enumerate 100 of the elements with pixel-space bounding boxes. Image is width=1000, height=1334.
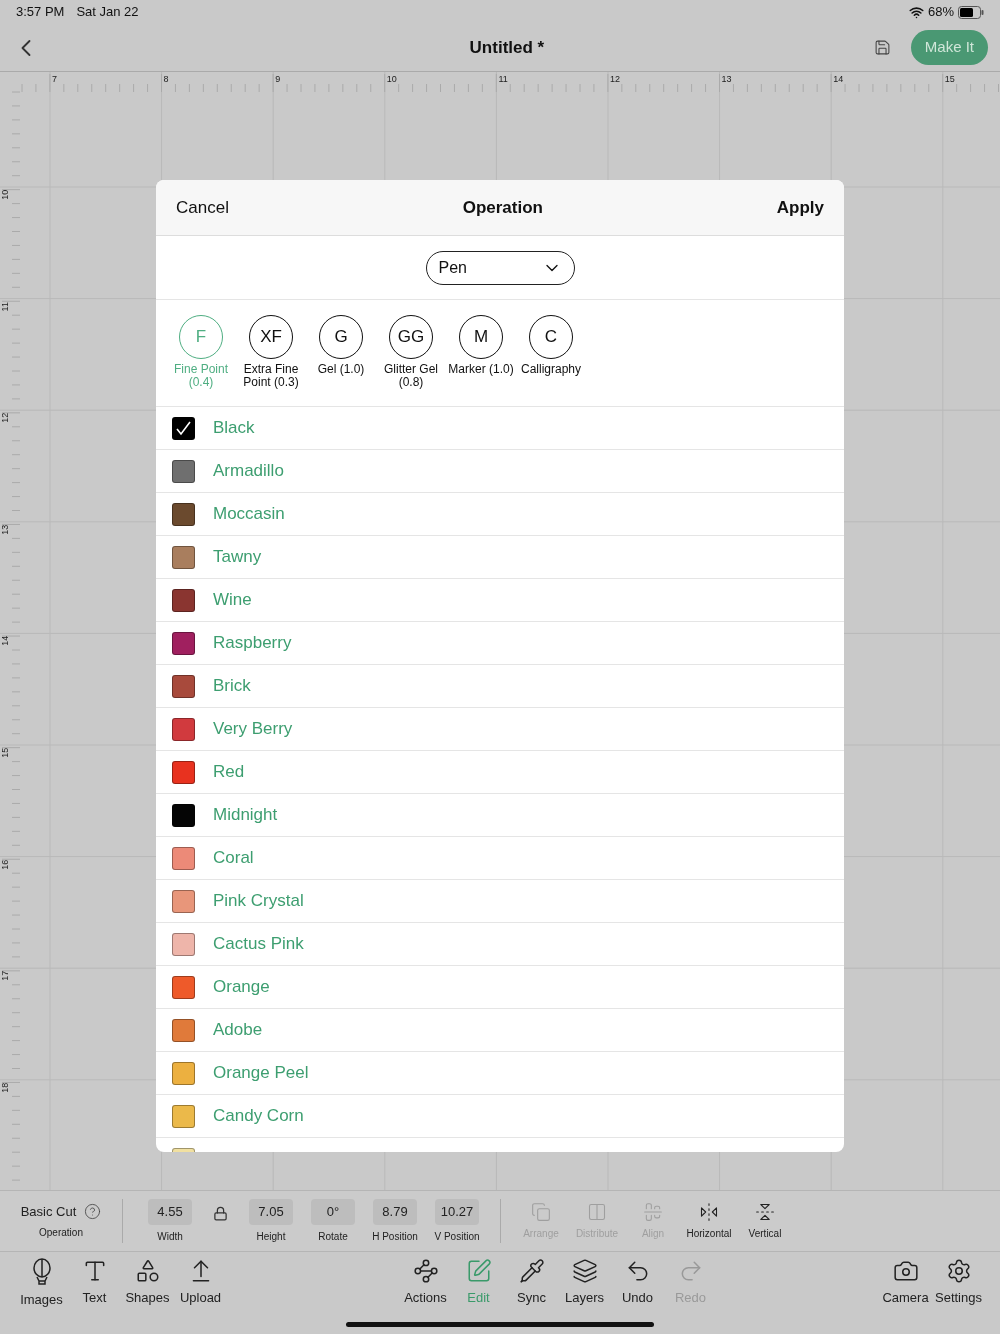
ruler-label: 13 <box>0 524 12 535</box>
ruler-label: 7 <box>52 73 57 86</box>
toolbar-button[interactable]: Undo <box>611 1258 664 1308</box>
toolbar-button[interactable]: Text <box>68 1258 121 1310</box>
color-name: Brick <box>213 675 251 698</box>
tool-icon <box>755 1201 775 1222</box>
tool-icon <box>643 1201 663 1222</box>
pen-option[interactable]: G Gel (1.0) <box>308 315 374 376</box>
color-name: Armadillo <box>213 460 284 483</box>
field-label: Rotate <box>318 1229 348 1244</box>
value-field[interactable]: 8.79 <box>373 1198 417 1225</box>
color-name: Adobe <box>213 1019 263 1042</box>
ruler-label: 8 <box>163 73 169 86</box>
cancel-button[interactable]: Cancel <box>176 194 229 221</box>
color-swatch[interactable] <box>172 846 195 870</box>
document-title: Untitled * <box>469 36 545 59</box>
help-icon[interactable] <box>84 1203 102 1220</box>
tool-icon <box>465 1258 492 1284</box>
ruler-label: 14 <box>833 73 844 86</box>
toolbar-button[interactable]: Actions <box>399 1258 452 1308</box>
color-name: Tawny <box>213 546 262 569</box>
color-name: Red <box>213 761 245 784</box>
color-name: Wine <box>213 589 252 612</box>
checked-swatch[interactable] <box>172 416 195 440</box>
tool-icon <box>571 1258 598 1284</box>
tool-icon <box>134 1258 161 1284</box>
color-swatch[interactable] <box>172 631 195 655</box>
color-name: Very Berry <box>213 718 293 741</box>
ruler-label: 10 <box>0 189 12 200</box>
pen-option[interactable]: GG Glitter Gel (0.8) <box>378 315 444 389</box>
value-field[interactable]: 10.27 <box>435 1198 479 1225</box>
pen-option[interactable]: C Calligraphy <box>518 315 584 376</box>
color-swatch[interactable] <box>172 1061 195 1085</box>
toolbar-button[interactable]: Settings <box>932 1258 985 1308</box>
ruler-label: 11 <box>498 73 508 86</box>
color-swatch[interactable] <box>172 545 195 569</box>
value-field[interactable]: 7.05 <box>249 1198 293 1225</box>
color-name: Moccasin <box>213 503 285 526</box>
ruler-label: 12 <box>0 412 12 423</box>
color-name: Orange <box>213 976 270 999</box>
tool-icon <box>531 1201 551 1222</box>
ruler-label: 15 <box>944 73 955 86</box>
apply-button[interactable]: Apply <box>776 194 824 221</box>
battery-percent: 68% <box>927 3 954 22</box>
color-swatch[interactable] <box>172 803 195 827</box>
tool-icon <box>945 1258 972 1284</box>
pen-option[interactable]: XF Extra Fine Point (0.3) <box>238 315 304 389</box>
field-label: Height <box>256 1229 286 1244</box>
toolbar-button[interactable]: Upload <box>174 1258 227 1310</box>
arrange-tool[interactable]: Vertical <box>737 1201 793 1241</box>
color-name: Cactus Pink <box>213 933 304 956</box>
toolbar-button[interactable]: Layers <box>558 1258 611 1308</box>
color-name: Pink Crystal <box>213 890 304 913</box>
toolbar-button[interactable]: Sync <box>505 1258 558 1308</box>
tool-icon <box>412 1258 439 1284</box>
ruler-label: 16 <box>0 859 12 870</box>
color-swatch[interactable] <box>172 588 195 612</box>
color-swatch[interactable] <box>172 502 195 526</box>
ruler-label: 18 <box>0 1082 12 1093</box>
dialog-title: Operation <box>462 196 543 219</box>
toolbar-button[interactable]: Camera <box>879 1258 932 1308</box>
ruler-label: 11 <box>0 301 11 311</box>
status-time: 3:57 PM <box>16 3 65 22</box>
tool-icon <box>518 1258 545 1284</box>
battery-icon <box>958 5 984 19</box>
color-swatch[interactable] <box>172 717 195 741</box>
color-name: Orange Peel <box>213 1062 309 1085</box>
color-name: Black <box>213 417 255 440</box>
field-label: H Position <box>372 1229 418 1244</box>
arrange-tool[interactable]: Horizontal <box>681 1201 737 1241</box>
color-name: Coral <box>213 847 254 870</box>
toolbar-button[interactable]: Images <box>15 1258 68 1310</box>
color-swatch[interactable] <box>172 932 195 956</box>
lock-icon[interactable] <box>213 1205 228 1221</box>
toolbar-button[interactable]: Shapes <box>121 1258 174 1310</box>
color-swatch[interactable] <box>172 674 195 698</box>
color-swatch[interactable] <box>172 889 195 913</box>
color-swatch[interactable] <box>172 760 195 784</box>
ruler-label: 9 <box>275 73 281 86</box>
ruler-label: 10 <box>386 73 397 86</box>
operation-value[interactable]: Basic Cut <box>20 1201 77 1222</box>
wifi-icon <box>908 4 924 20</box>
color-swatch[interactable] <box>172 1018 195 1042</box>
color-name: Raspberry <box>213 632 292 655</box>
color-swatch[interactable] <box>172 975 195 999</box>
tool-icon <box>699 1201 719 1222</box>
save-icon[interactable] <box>873 39 891 56</box>
color-swatch[interactable] <box>172 1104 195 1128</box>
color-name: Midnight <box>213 804 278 827</box>
tool-icon <box>587 1201 607 1222</box>
ruler-label: 14 <box>0 636 12 647</box>
operation-label: Operation <box>39 1226 83 1241</box>
status-date: Sat Jan 22 <box>76 3 139 22</box>
pen-option[interactable]: M Marker (1.0) <box>448 315 514 376</box>
value-field[interactable]: 0° <box>311 1198 355 1225</box>
color-swatch[interactable] <box>172 459 195 483</box>
ruler-label: 17 <box>0 970 12 981</box>
field-label: Width <box>157 1229 183 1244</box>
ruler-label: 12 <box>610 73 620 86</box>
value-field[interactable]: 4.55 <box>148 1198 192 1225</box>
